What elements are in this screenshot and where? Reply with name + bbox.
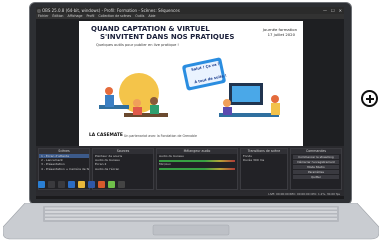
app-icon[interactable]	[108, 181, 115, 188]
mixer-channel-label: Audio du bureau	[159, 154, 184, 158]
menu-fichier[interactable]: Fichier	[38, 14, 48, 19]
menu-affichage[interactable]: Affichage	[67, 14, 82, 19]
windows-start-icon[interactable]	[38, 181, 45, 188]
plus-circle-icon[interactable]	[361, 90, 378, 107]
preview-credit: Un partenariat avec la Fondation de Gren…	[124, 134, 197, 138]
person-center2-body	[150, 105, 159, 114]
preview-event-date: 17 juillet 2020	[267, 32, 295, 37]
preview-brand: LA CASEMATE	[89, 133, 123, 138]
settings-button[interactable]: Paramètres	[293, 170, 339, 174]
person-center2-head	[150, 97, 158, 105]
obs-icon	[37, 8, 41, 13]
person-right2-body	[223, 107, 232, 115]
studio-mode-button[interactable]: Mode Studio	[293, 165, 339, 169]
audio-meter	[159, 160, 235, 163]
person-left-body	[105, 95, 114, 107]
transitions-dock: Transitions de scène Fondu Durée 300 ms	[240, 148, 288, 190]
search-icon[interactable]	[48, 181, 55, 188]
person-left-head	[105, 87, 113, 95]
laptop-screen: OBS 25.0.8 (64-bit, windows) - Profil: F…	[36, 7, 344, 199]
audio-meter	[159, 168, 235, 171]
laptop-base	[3, 203, 379, 240]
controls-header: Commandes	[291, 149, 341, 154]
menu-aide[interactable]: Aide	[148, 14, 155, 19]
exit-button[interactable]: Quitter	[293, 175, 339, 179]
person-right-head	[271, 95, 279, 103]
menu-outils[interactable]: Outils	[135, 14, 144, 19]
file-explorer-icon[interactable]	[78, 181, 85, 188]
obs-taskbar-icon[interactable]	[118, 181, 125, 188]
scene-item[interactable]: 4 - Présentation + Caméra de face	[39, 167, 89, 171]
menu-edition[interactable]: Édition	[52, 14, 63, 19]
start-streaming-button[interactable]: Commencer le streaming	[293, 155, 339, 159]
laptop-mockup: OBS 25.0.8 (64-bit, windows) - Profil: F…	[0, 0, 382, 245]
touchpad	[152, 224, 230, 236]
scene-preview[interactable]: QUAND CAPTATION & VIRTUEL S'INVITENT DAN…	[79, 21, 303, 146]
menu-collection-scenes[interactable]: Collection de scènes	[98, 14, 131, 19]
person-right-body	[271, 103, 280, 115]
person-right2-head	[223, 99, 231, 107]
person-center-head	[133, 99, 141, 107]
minimize-icon[interactable]: —	[323, 7, 327, 14]
audio-mixer-dock: Mélangeur audio Audio du bureau Mic/Aux	[156, 148, 238, 190]
maximize-icon[interactable]: ☐	[331, 7, 335, 14]
mixer-channel-label: Mic/Aux	[159, 162, 171, 167]
table-center	[124, 113, 168, 117]
monitor-screen	[232, 86, 260, 102]
preview-title-line1: QUAND CAPTATION & VIRTUEL	[91, 25, 210, 33]
preview-title-line2: S'INVITENT DANS NOS PRATIQUES	[100, 33, 235, 41]
menu-profil[interactable]: Profil	[86, 14, 94, 19]
edge-icon[interactable]	[68, 181, 75, 188]
menu-bar: Fichier Édition Affichage Profil Collect…	[36, 14, 344, 19]
window-titlebar: OBS 25.0.8 (64-bit, windows) - Profil: F…	[36, 7, 344, 14]
transition-duration[interactable]: Durée 300 ms	[241, 158, 287, 162]
window-controls: — ☐ ✕	[323, 7, 342, 14]
window-title: OBS 25.0.8 (64-bit, windows) - Profil: F…	[42, 8, 180, 13]
taskbar-icons	[38, 181, 125, 190]
taskview-icon[interactable]	[58, 181, 65, 188]
start-recording-button[interactable]: Démarrer l'enregistrement	[293, 160, 339, 164]
person-center-body	[133, 107, 142, 115]
source-item[interactable]: Audio de l'écran	[93, 167, 153, 171]
windows-taskbar	[36, 196, 344, 199]
close-icon[interactable]: ✕	[339, 7, 342, 14]
word-icon[interactable]	[88, 181, 95, 188]
powerpoint-icon[interactable]	[98, 181, 105, 188]
controls-dock: Commandes Commencer le streaming Démarre…	[290, 148, 342, 190]
preview-subtitle: Quelques outils pour publier en live pra…	[96, 43, 179, 47]
